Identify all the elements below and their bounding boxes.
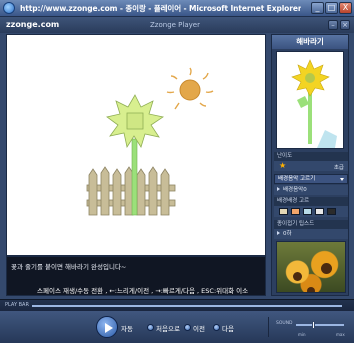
- player-title: Zzonge Player: [150, 21, 200, 29]
- play-bar: PLAY BAR: [0, 299, 354, 311]
- chevron-down-icon: [340, 178, 344, 181]
- play-arrow-icon: [277, 187, 280, 191]
- first-label[interactable]: 처음으로: [156, 323, 180, 333]
- tip-value: 0하: [283, 231, 292, 237]
- close-button[interactable]: X: [339, 2, 352, 14]
- photo-flower-center: [307, 287, 315, 292]
- step-caption: 꽃과 줄기를 붙이면 해바라기 완성입니다~: [11, 263, 127, 271]
- next-button[interactable]: [213, 324, 220, 331]
- tip-option[interactable]: 0하: [274, 229, 348, 239]
- title-bar: http://www.zzonge.com - 종이랑 - 플레이어 - Mic…: [0, 0, 354, 17]
- swatch-orange[interactable]: [291, 208, 300, 215]
- progress-fill: [32, 305, 342, 307]
- bg-music-value: 배경음악0: [283, 187, 307, 193]
- sunflower-illustration: [86, 67, 214, 216]
- volume-min-label: min: [298, 332, 306, 337]
- minimize-button[interactable]: _: [311, 2, 324, 14]
- level-value: 초급: [333, 165, 344, 171]
- play-arrow-icon: [277, 231, 280, 235]
- player-window-controls: – ×: [328, 20, 350, 30]
- color-swatches: [279, 208, 336, 215]
- sidebar-title: 해바라기: [272, 35, 348, 49]
- bg-music-select[interactable]: 배경음악 고르기: [274, 174, 348, 184]
- level-title: 난이도: [274, 152, 348, 161]
- control-bar: 자동 처음으로 이전 다음 SOUND min max: [0, 311, 354, 343]
- maximize-button[interactable]: □: [325, 2, 338, 14]
- window-controls: _ □ X: [311, 2, 352, 14]
- bg-music-option[interactable]: 배경음악0: [274, 185, 348, 195]
- prev-label[interactable]: 이전: [193, 323, 205, 333]
- first-button[interactable]: [147, 324, 154, 331]
- player-header: zzonge.com Zzonge Player – ×: [0, 17, 354, 33]
- swatch-white[interactable]: [315, 208, 324, 215]
- volume-knob[interactable]: [311, 321, 315, 329]
- sunflower-stem: [131, 138, 138, 216]
- prev-button[interactable]: [184, 324, 191, 331]
- swatch-blue[interactable]: [303, 208, 312, 215]
- play-label[interactable]: 자동: [121, 323, 133, 333]
- progress-track[interactable]: [32, 305, 342, 307]
- sunflower-thumbnail-icon: [291, 59, 337, 148]
- swatch-black[interactable]: [327, 208, 336, 215]
- sound-label: SOUND: [276, 321, 293, 326]
- animation-stage[interactable]: [6, 34, 266, 256]
- play-button[interactable]: [96, 316, 118, 338]
- keyboard-hint: 스페이스 재생/수동 전환 , ←:느리게/이전 , →:빠르게/다음 , ES…: [37, 287, 249, 295]
- caption-bar: 꽃과 줄기를 붙이면 해바라기 완성입니다~ 스페이스 재생/수동 전환 , ←…: [6, 256, 266, 296]
- level-row: ★ 초급: [274, 161, 348, 171]
- photo-flower-center: [321, 263, 332, 274]
- swatch-row: [274, 206, 348, 217]
- player-close-button[interactable]: ×: [340, 20, 350, 30]
- next-label[interactable]: 다음: [222, 323, 234, 333]
- browser-window: http://www.zzonge.com - 종이랑 - 플레이어 - Mic…: [0, 0, 354, 343]
- sunflower-photo: [276, 241, 346, 293]
- tip-title: 종이접기 팁스드: [274, 220, 348, 229]
- control-divider: [268, 317, 269, 337]
- play-bar-label: PLAY BAR: [5, 302, 29, 308]
- sidebar: 해바라기 난이도 ★ 초급 배경음악 고르기 배경음악0 배경배경 고르 종이접…: [271, 34, 349, 296]
- sun-icon: [166, 67, 214, 110]
- bg-music-select-label: 배경음악 고르기: [278, 176, 316, 182]
- swatch-beige[interactable]: [279, 208, 288, 215]
- fence: [86, 166, 176, 216]
- play-icon: [105, 323, 113, 333]
- volume-max-label: max: [336, 332, 345, 337]
- bg-color-title: 배경배경 고르: [274, 197, 348, 206]
- internet-explorer-icon: [3, 2, 15, 14]
- volume-slider[interactable]: [296, 321, 344, 329]
- star-icon: ★: [279, 161, 287, 170]
- window-title: http://www.zzonge.com - 종이랑 - 플레이어 - Mic…: [20, 3, 302, 13]
- site-logo[interactable]: zzonge.com: [6, 20, 59, 29]
- player-minimize-button[interactable]: –: [328, 20, 338, 30]
- preview-thumbnail: [276, 51, 344, 149]
- photo-flower-center: [293, 272, 302, 281]
